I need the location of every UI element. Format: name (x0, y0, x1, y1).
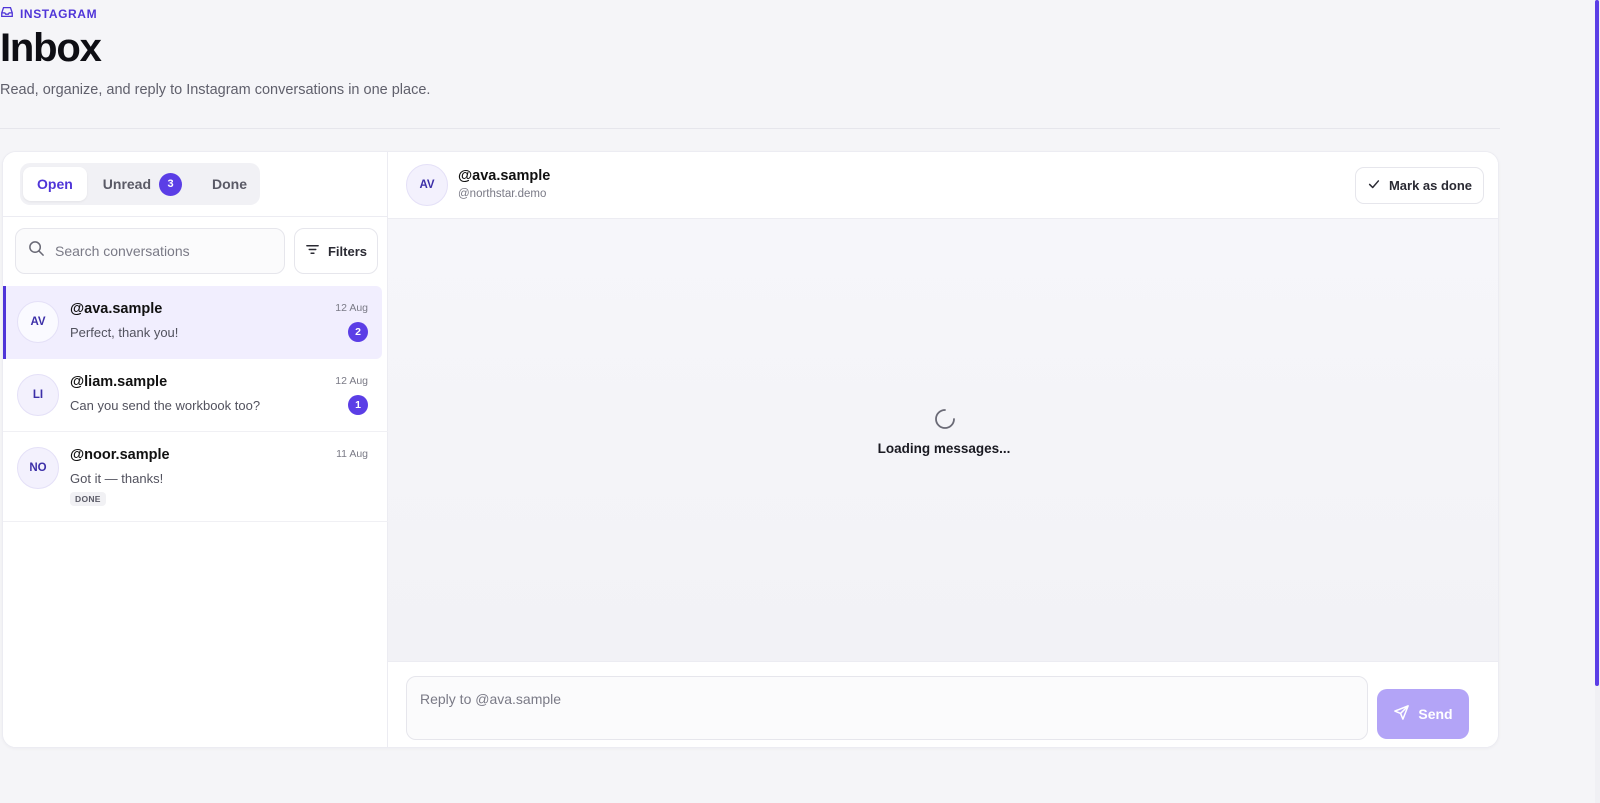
tab-done-label: Done (212, 176, 248, 192)
reply-input[interactable] (406, 676, 1368, 740)
unread-badge: 1 (348, 395, 368, 415)
conversation-preview: Perfect, thank you! (70, 325, 179, 340)
page-scrollbar-thumb[interactable] (1595, 0, 1599, 686)
conversation-sidebar: Open Unread 3 Done Search conversations … (3, 152, 388, 747)
avatar: LI (17, 374, 59, 416)
search-box[interactable] (15, 228, 285, 274)
conversation-item[interactable]: AV @ava.sample Perfect, thank you! 12 Au… (3, 286, 382, 359)
conversation-name: @noor.sample (70, 447, 170, 463)
instagram-eyebrow: INSTAGRAM (0, 5, 97, 22)
loading-text: Loading messages... (877, 441, 1011, 456)
thread-header: AV @ava.sample @northstar.demo Mark as d… (388, 152, 1498, 219)
search-input[interactable] (55, 243, 255, 259)
tab-done[interactable]: Done (198, 167, 261, 201)
send-label: Send (1418, 706, 1453, 722)
conversation-date: 12 Aug (335, 302, 368, 314)
conversation-date: 11 Aug (336, 448, 368, 460)
conversation-item[interactable]: NO @noor.sample Got it — thanks! 11 Aug … (3, 432, 388, 522)
filters-label: Filters (327, 243, 367, 259)
check-icon (1367, 177, 1381, 194)
conversation-name: @ava.sample (70, 301, 163, 317)
unread-badge: 2 (348, 322, 368, 342)
tab-unread-label: Unread (102, 176, 152, 192)
page-title: Inbox (0, 26, 102, 70)
inbox-card: Open Unread 3 Done Search conversations … (2, 151, 1499, 748)
reply-composer: Send (388, 661, 1498, 747)
status-tabs: Open Unread 3 Done (20, 163, 260, 205)
tab-unread[interactable]: Unread 3 (89, 167, 196, 201)
mark-as-done-button[interactable]: Mark as done (1355, 167, 1484, 204)
search-icon (28, 240, 45, 262)
unread-count-badge: 3 (159, 172, 183, 196)
conversation-name: @liam.sample (70, 374, 168, 390)
avatar: AV (17, 301, 59, 343)
avatar: NO (17, 447, 59, 489)
conversation-date: 12 Aug (335, 375, 368, 387)
tab-open[interactable]: Open (23, 167, 87, 201)
filters-button[interactable]: Filters (294, 228, 378, 274)
spinner-icon (933, 407, 957, 431)
done-tag: DONE (70, 492, 106, 506)
conversation-list: AV @ava.sample Perfect, thank you! 12 Au… (3, 286, 388, 522)
header-divider (0, 128, 1500, 129)
conversation-item[interactable]: LI @liam.sample Can you send the workboo… (3, 359, 388, 432)
conversation-preview: Can you send the workbook too? (70, 398, 261, 413)
eyebrow-label: INSTAGRAM (20, 6, 98, 21)
tab-open-label: Open (37, 176, 73, 192)
mark-as-done-label: Mark as done (1388, 178, 1473, 193)
filter-lines-icon (305, 242, 320, 260)
thread-panel: AV @ava.sample @northstar.demo Mark as d… (388, 152, 1498, 747)
thread-handle: @northstar.demo (458, 188, 547, 200)
page-subtitle: Read, organize, and reply to Instagram c… (0, 82, 431, 98)
tabs-area: Open Unread 3 Done (3, 152, 388, 217)
send-button[interactable]: Send (1377, 689, 1469, 739)
messages-area: Loading messages... (388, 219, 1498, 661)
avatar: AV (406, 164, 448, 206)
inbox-icon (0, 5, 14, 22)
thread-name: @ava.sample (458, 168, 551, 184)
paper-plane-icon (1393, 704, 1410, 724)
search-row: Filters (15, 228, 378, 274)
conversation-preview: Got it — thanks! (70, 471, 164, 486)
